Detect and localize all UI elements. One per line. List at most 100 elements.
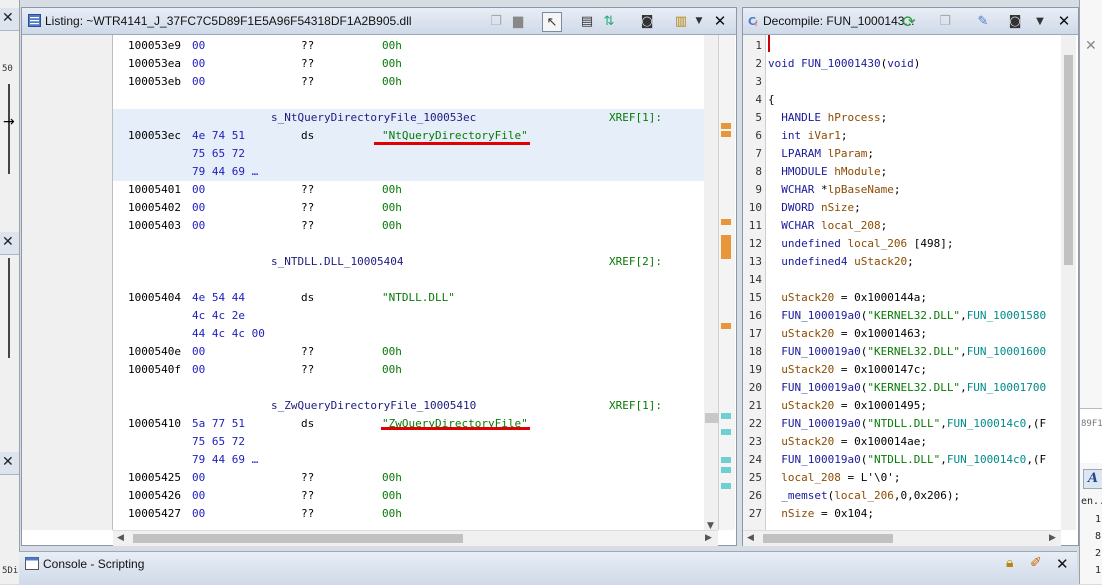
address-cell[interactable]: 100053ea [128, 55, 181, 73]
address-cell[interactable]: 10005426 [128, 487, 181, 505]
code-token[interactable]: "KERNEL32.DLL" [867, 345, 960, 358]
bytes-cell[interactable]: 00 [192, 469, 205, 487]
code-token[interactable]: WCHAR [768, 219, 821, 232]
clear-icon[interactable]: ✐ [1030, 555, 1042, 571]
code-token[interactable]: iVar1 [808, 129, 841, 142]
operand-cell[interactable]: 00h [382, 37, 402, 55]
code-line[interactable]: uStack20 = 0x1000147c; [768, 361, 927, 379]
listing-data-row[interactable]: 75 65 72 [113, 433, 704, 451]
code-token[interactable]: undefined [768, 237, 847, 250]
code-token[interactable]: uStack20 [768, 363, 834, 376]
code-token[interactable]: FUN_100014c0 [947, 417, 1026, 430]
code-token[interactable]: { [768, 93, 775, 106]
bytes-cell[interactable]: 00 [192, 487, 205, 505]
code-token[interactable]: = 0x100014ae; [834, 435, 927, 448]
copy-icon[interactable]: ❐ [936, 12, 954, 30]
xref-label[interactable]: XREF[2]: [609, 253, 662, 271]
scroll-right-icon[interactable]: ▶ [1049, 533, 1056, 543]
code-token[interactable]: FUN_100019a0 [768, 453, 860, 466]
code-token[interactable]: ; [867, 147, 874, 160]
code-token[interactable]: ) [914, 57, 921, 70]
operand-cell[interactable]: 00h [382, 343, 402, 361]
operand-cell[interactable]: 00h [382, 181, 402, 199]
code-token[interactable]: uStack20 [768, 435, 834, 448]
code-token[interactable]: uStack20 [768, 399, 834, 412]
xref-label[interactable]: XREF[1]: [609, 109, 662, 127]
operand-cell[interactable]: 00h [382, 469, 402, 487]
scroll-right-icon[interactable]: ▶ [705, 533, 712, 543]
mnemonic-cell[interactable]: ?? [301, 469, 314, 487]
scroll-thumb[interactable] [1064, 55, 1073, 265]
address-cell[interactable]: 100053ec [128, 127, 181, 145]
code-token[interactable]: ; [881, 219, 888, 232]
listing-data-row[interactable]: 100053ea 00?? 00h [113, 55, 704, 73]
address-cell[interactable]: 10005410 [128, 415, 181, 433]
code-token[interactable]: undefined4 [768, 255, 854, 268]
bytes-cell[interactable]: 79 44 69 … [192, 451, 258, 469]
listing-data-row[interactable]: 10005404 4e 54 44 ds "NTDLL.DLL" [113, 289, 704, 307]
code-line[interactable]: int iVar1; [768, 127, 847, 145]
code-line[interactable]: undefined4 uStack20; [768, 253, 913, 271]
paste-icon[interactable]: ▆ [509, 12, 527, 30]
code-line[interactable]: FUN_100019a0("NTDLL.DLL",FUN_100014c0,(F [768, 415, 1046, 433]
mnemonic-cell[interactable]: ?? [301, 487, 314, 505]
code-token[interactable]: uStack20 [768, 327, 834, 340]
code-line[interactable]: HANDLE hProcess; [768, 109, 887, 127]
scroll-left-icon[interactable]: ◀ [747, 533, 754, 543]
code-line[interactable]: undefined local_206 [498]; [768, 235, 953, 253]
edit-fields-icon[interactable]: ▤ [578, 12, 596, 30]
code-token[interactable]: FUN_100019a0 [768, 309, 860, 322]
address-cell[interactable]: 10005403 [128, 217, 181, 235]
chevron-down-icon[interactable]: ▼ [1031, 12, 1049, 30]
bytes-cell[interactable]: 00 [192, 505, 205, 523]
code-line[interactable]: uStack20 = 0x1000144a; [768, 289, 927, 307]
code-token[interactable]: uStack20 [854, 255, 907, 268]
code-line[interactable]: void FUN_10001430(void) [768, 55, 920, 73]
code-token[interactable]: "NTDLL.DLL" [867, 453, 940, 466]
code-token[interactable]: hModule [834, 165, 880, 178]
listing-data-row[interactable]: 100053e9 00?? 00h [113, 37, 704, 55]
diff-view-icon[interactable]: ⇅ [600, 12, 618, 30]
listing-data-row[interactable]: 4c 4c 2e [113, 307, 704, 325]
code-token[interactable]: FUN_100019a0 [768, 345, 860, 358]
code-token[interactable]: HANDLE [768, 111, 828, 124]
mnemonic-cell[interactable]: ?? [301, 343, 314, 361]
bytes-cell[interactable]: 00 [192, 181, 205, 199]
address-cell[interactable]: 1000540f [128, 361, 181, 379]
code-token[interactable]: void [768, 57, 801, 70]
mnemonic-cell[interactable]: ?? [301, 181, 314, 199]
listing-data-row[interactable]: 10005402 00?? 00h [113, 199, 704, 217]
listing-data-row[interactable]: 79 44 69 … [113, 451, 704, 469]
decompile-horizontal-scrollbar[interactable]: ◀ ▶ [743, 530, 1061, 546]
listing-data-row[interactable]: 44 4c 4c 00 [113, 325, 704, 343]
operand-cell[interactable]: 00h [382, 487, 402, 505]
code-token[interactable]: ,(F [1026, 417, 1046, 430]
mnemonic-cell[interactable]: ?? [301, 37, 314, 55]
operand-cell[interactable]: 00h [382, 505, 402, 523]
chevron-down-icon[interactable]: ▼ [690, 12, 708, 30]
code-token[interactable]: = L'\0'; [841, 471, 900, 484]
scroll-thumb[interactable] [763, 534, 893, 543]
code-token[interactable]: uStack20 [768, 291, 834, 304]
bytes-cell[interactable]: 00 [192, 55, 205, 73]
listing-data-row[interactable]: 10005427 00?? 00h [113, 505, 704, 523]
code-token[interactable]: "NTDLL.DLL" [867, 417, 940, 430]
cursor-select-icon[interactable]: ↖ [542, 12, 562, 32]
scroll-thumb[interactable] [133, 534, 463, 543]
mnemonic-cell[interactable]: ?? [301, 361, 314, 379]
decompile-code[interactable]: void FUN_10001430(void) { HANDLE hProcess… [766, 35, 1059, 530]
code-token[interactable]: = 0x10001463; [834, 327, 927, 340]
listing-data-row[interactable]: 75 65 72 [113, 145, 704, 163]
mnemonic-cell[interactable]: ?? [301, 505, 314, 523]
listing-data-row[interactable]: 100053eb 00?? 00h [113, 73, 704, 91]
scroll-thumb[interactable] [705, 413, 719, 423]
listing-data-row[interactable]: 1000540e 00?? 00h [113, 343, 704, 361]
address-cell[interactable]: 100053e9 [128, 37, 181, 55]
string-label[interactable]: s_NTDLL.DLL_10005404 [271, 253, 403, 271]
bytes-cell[interactable]: 44 4c 4c 00 [192, 325, 265, 343]
bytes-cell[interactable]: 00 [192, 73, 205, 91]
bytes-cell[interactable]: 5a 77 51 [192, 415, 245, 433]
close-icon[interactable]: ✕ [2, 454, 14, 470]
bytes-cell[interactable]: 4e 54 44 [192, 289, 245, 307]
mnemonic-cell[interactable]: ds [301, 415, 314, 433]
